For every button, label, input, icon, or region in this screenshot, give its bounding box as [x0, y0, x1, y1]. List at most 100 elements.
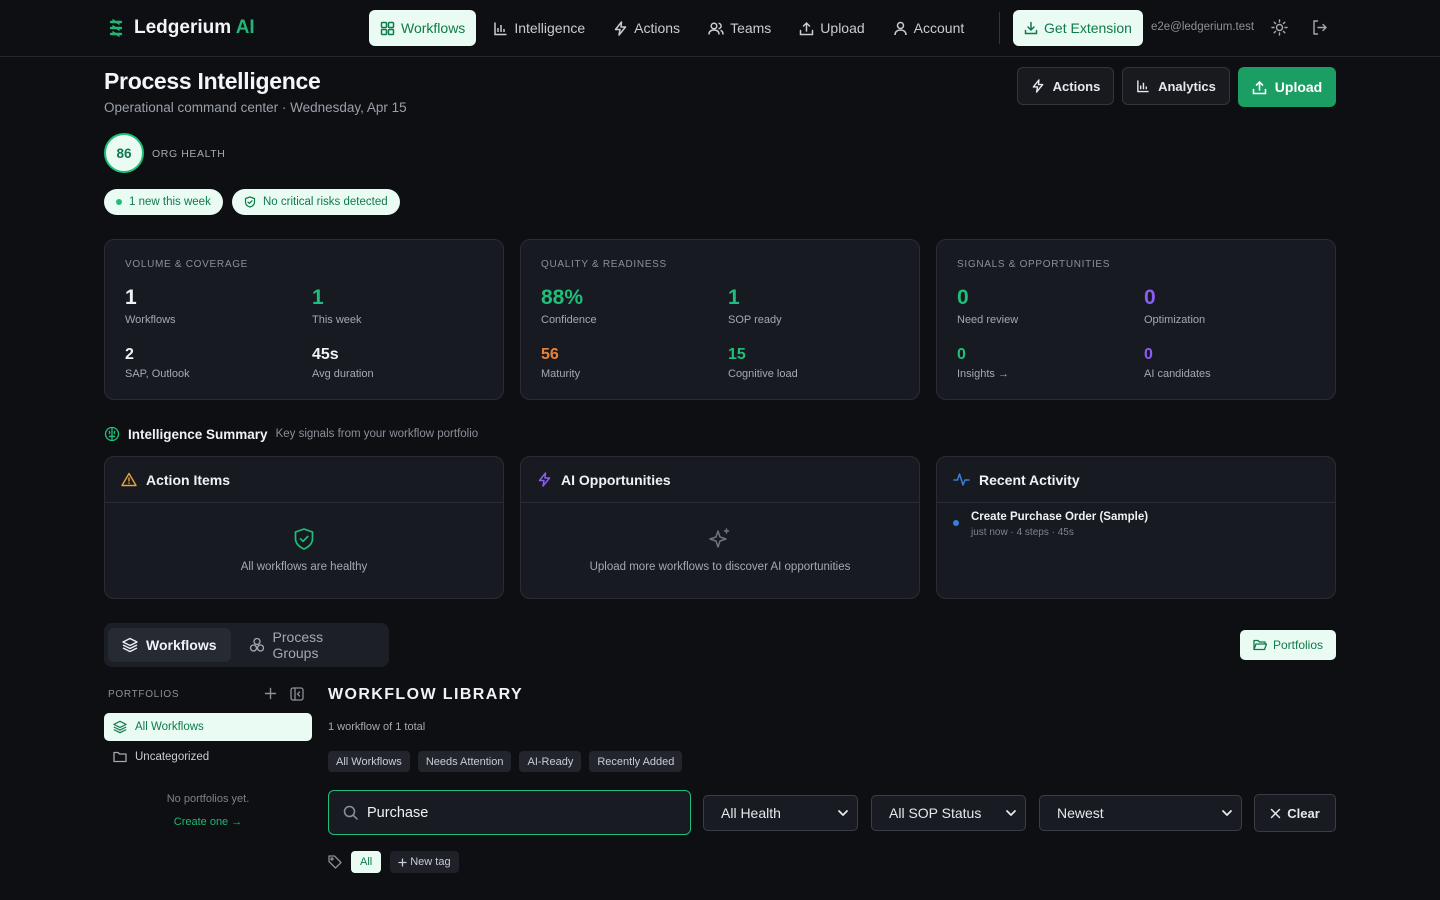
metric-workflows: 1 Workflows	[125, 286, 176, 326]
sidebar-item-all-workflows[interactable]: All Workflows	[104, 713, 312, 741]
health-filter-select[interactable]: All Health	[703, 795, 858, 831]
chip-needs-attention[interactable]: Needs Attention	[417, 751, 512, 772]
analytics-button[interactable]: Analytics	[1122, 67, 1230, 105]
view-tabs: Workflows Process Groups	[104, 623, 389, 667]
add-portfolio-button[interactable]	[264, 687, 277, 700]
org-health-score: 86	[104, 133, 144, 173]
no-risks-badge: No critical risks detected	[232, 189, 400, 215]
tag-all[interactable]: All	[351, 851, 382, 873]
activity-item[interactable]: Create Purchase Order (Sample) just now …	[953, 511, 1148, 538]
folder-icon	[113, 751, 127, 763]
chip-recently-added[interactable]: Recently Added	[589, 751, 683, 772]
chip-ai-ready[interactable]: AI-Ready	[519, 751, 582, 772]
grid-icon	[380, 21, 395, 36]
new-tag-button[interactable]: New tag	[390, 851, 459, 873]
bar-chart-icon	[1136, 79, 1150, 93]
shield-check-icon	[293, 527, 315, 551]
layers-icon	[113, 720, 127, 734]
header-upload: Upload	[1238, 67, 1336, 107]
collapse-sidebar-button[interactable]	[290, 687, 304, 701]
upload-button[interactable]: Upload	[1238, 67, 1336, 107]
sort-select[interactable]: Newest	[1039, 795, 1242, 831]
empty-text: Upload more workflows to discover AI opp…	[589, 561, 851, 573]
sidebar-item-uncategorized[interactable]: Uncategorized	[104, 743, 312, 771]
badge-label: No critical risks detected	[263, 196, 388, 208]
header-actions: Actions	[1017, 67, 1114, 105]
intelligence-summary-header: Intelligence Summary Key signals from yo…	[104, 426, 478, 442]
chevron-down-icon	[1221, 809, 1233, 817]
nav-intelligence[interactable]: Intelligence	[482, 10, 596, 46]
insights-link[interactable]: Insights →	[957, 368, 1009, 380]
recent-activity-card: Recent Activity Create Purchase Order (S…	[936, 456, 1336, 599]
nav-upload[interactable]: Upload	[788, 10, 875, 46]
summary-subtitle: Key signals from your workflow portfolio	[275, 428, 479, 440]
nav-label: Actions	[634, 20, 681, 36]
logout-button[interactable]	[1311, 19, 1328, 36]
metric-value: 0	[957, 346, 966, 363]
metric-label: Maturity	[541, 368, 581, 380]
signals-opportunities-card: SIGNALS & OPPORTUNITIES 0 Need review 0 …	[936, 239, 1336, 400]
tab-process-groups[interactable]: Process Groups	[235, 628, 385, 662]
sidebar-item-label: Uncategorized	[135, 751, 210, 763]
users-icon	[708, 21, 724, 36]
empty-state: Upload more workflows to discover AI opp…	[521, 527, 919, 573]
get-extension-label: Get Extension	[1044, 20, 1132, 36]
create-portfolio-link[interactable]: Create one →	[104, 816, 312, 828]
summary-title: Intelligence Summary	[128, 426, 268, 442]
warning-icon	[121, 472, 137, 487]
upload-icon	[1252, 80, 1267, 95]
upload-label: Upload	[1274, 79, 1323, 95]
nav-label: Workflows	[401, 20, 466, 36]
ledger-logo-icon	[108, 18, 124, 38]
activity-dot	[953, 520, 959, 526]
metric-cognitive-load: 15 Cognitive load	[728, 346, 798, 380]
sidebar-collapse-icon	[290, 687, 304, 701]
portfolios-button[interactable]: Portfolios	[1240, 630, 1336, 660]
new-tag-label: New tag	[410, 856, 451, 868]
select-value: All Health	[721, 805, 781, 821]
get-extension-button[interactable]: Get Extension	[1013, 10, 1143, 46]
card-header: Recent Activity	[937, 457, 1335, 503]
portfolios-empty-text: No portfolios yet.	[166, 793, 250, 805]
metric-this-week: 1 This week	[312, 286, 362, 326]
metric-apps: 2 SAP, Outlook	[125, 346, 190, 380]
actions-label: Actions	[1052, 78, 1101, 94]
metric-value: 45s	[312, 346, 339, 363]
search-input[interactable]: Purchase	[328, 790, 691, 835]
search-icon	[343, 805, 358, 820]
portfolios-heading: PORTFOLIOS	[108, 689, 180, 700]
select-value: All SOP Status	[889, 805, 982, 821]
theme-toggle-button[interactable]	[1271, 19, 1288, 36]
empty-text: All workflows are healthy	[240, 561, 368, 573]
tab-workflows[interactable]: Workflows	[108, 628, 231, 662]
nav-actions[interactable]: Actions	[602, 10, 691, 46]
chip-all-workflows[interactable]: All Workflows	[328, 751, 410, 772]
nav-workflows[interactable]: Workflows	[369, 10, 477, 46]
portfolios-label: Portfolios	[1272, 638, 1324, 652]
metric-value: 1	[728, 286, 740, 309]
actions-button[interactable]: Actions	[1017, 67, 1114, 105]
nav-teams[interactable]: Teams	[697, 10, 782, 46]
quick-filter-chips: All Workflows Needs Attention AI-Ready R…	[328, 751, 683, 772]
nav-label: Teams	[730, 20, 772, 36]
chevron-down-icon	[837, 809, 849, 817]
metric-label: Cognitive load	[728, 368, 798, 380]
brand-logo[interactable]: Ledgerium AI	[108, 17, 255, 39]
metric-value: 2	[125, 346, 134, 363]
shield-check-icon	[244, 196, 256, 208]
workflow-library-title: WORKFLOW LIBRARY	[328, 686, 524, 703]
metric-label: SAP, Outlook	[125, 368, 190, 380]
card-title: SIGNALS & OPPORTUNITIES	[957, 259, 1111, 270]
empty-state: All workflows are healthy	[105, 527, 503, 573]
nav-account[interactable]: Account	[882, 10, 976, 46]
nav-label: Account	[913, 20, 965, 36]
metric-value: 0	[1144, 346, 1153, 363]
sop-status-select[interactable]: All SOP Status	[871, 795, 1026, 831]
select-value: Newest	[1057, 805, 1104, 821]
clear-filters-button[interactable]: Clear	[1254, 794, 1336, 832]
metric-insights[interactable]: 0 Insights →	[957, 346, 1009, 380]
boxes-icon	[249, 637, 265, 653]
metric-confidence: 88% Confidence	[541, 286, 597, 326]
action-items-card: Action Items All workflows are healthy	[104, 456, 504, 599]
card-header: AI Opportunities	[521, 457, 919, 503]
